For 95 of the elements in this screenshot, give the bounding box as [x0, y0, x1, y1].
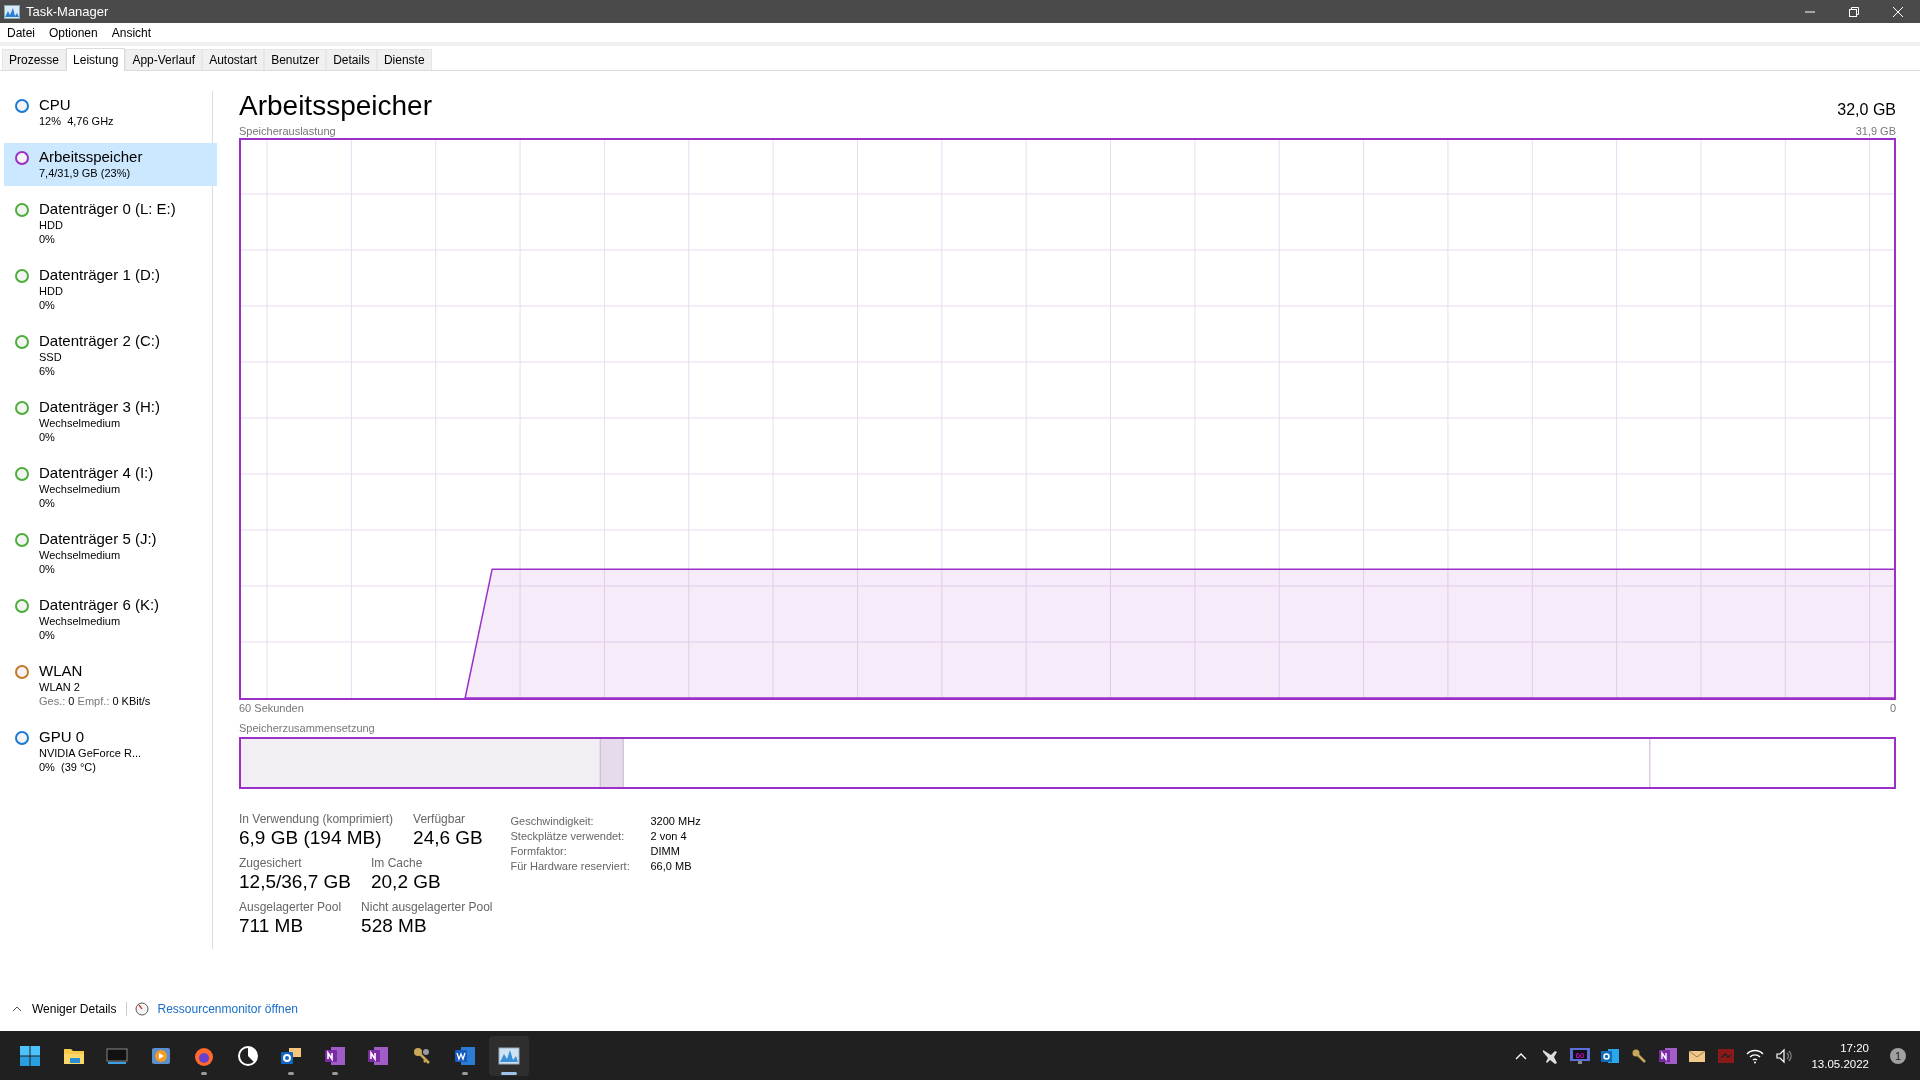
- device-name: Datenträger 3 (H:): [39, 398, 160, 416]
- device-name: Datenträger 5 (J:): [39, 530, 157, 548]
- device-name: GPU 0: [39, 728, 85, 746]
- stat-value: 24,6 GB: [413, 826, 483, 850]
- total-memory: 32,0 GB: [1837, 101, 1896, 119]
- tab[interactable]: Leistung: [66, 48, 126, 71]
- sidebar-item[interactable]: CPU 12% 4,76 GHz: [4, 91, 217, 134]
- graph-max-label: 31,9 GB: [1855, 125, 1896, 137]
- tab[interactable]: Prozesse: [2, 49, 67, 70]
- device-detail: 0%: [39, 232, 56, 246]
- stat-label: Zugesichert: [239, 856, 303, 870]
- sidebar-item[interactable]: Datenträger 5 (J:) Wechselmedium 0%: [4, 525, 217, 582]
- spec-label: Für Hardware reserviert:: [510, 860, 631, 872]
- sidebar-item[interactable]: Datenträger 0 (L: E:) HDD 0%: [4, 195, 217, 252]
- windows-logo-icon: [18, 1043, 42, 1068]
- stat-value: 528 MB: [361, 914, 428, 938]
- page-title: Arbeitsspeicher: [239, 89, 432, 123]
- device-detail: Wechselmedium: [39, 548, 122, 562]
- less-details-button[interactable]: Weniger Details: [12, 1002, 128, 1016]
- stat-value: 12,5/36,7 GB: [239, 870, 351, 894]
- spec-value: 66,0 MB: [650, 860, 693, 872]
- device-detail: NVIDIA GeForce R...: [39, 746, 142, 760]
- taskbar-app-button[interactable]: [488, 1035, 529, 1076]
- stat-label: Nicht ausgelagerter Pool: [361, 900, 493, 914]
- sidebar-item[interactable]: GPU 0 NVIDIA GeForce R... 0% (39 °C): [4, 723, 217, 780]
- tab[interactable]: Benutzer: [264, 49, 327, 70]
- device-name: WLAN: [39, 662, 84, 680]
- spec-label: Geschwindigkeit:: [510, 815, 595, 827]
- menu-item[interactable]: Ansicht: [111, 25, 152, 40]
- stat-label: Verfügbar: [413, 812, 467, 826]
- device-detail: WLAN 2: [39, 680, 81, 694]
- device-detail: HDD: [39, 218, 64, 232]
- time-end-label: 0: [1889, 702, 1896, 714]
- device-detail: 0%: [39, 496, 56, 510]
- window-title: Task-Manager: [26, 4, 110, 19]
- sidebar-item[interactable]: WLAN WLAN 2 Ges.: 0 Empf.: 0 KBit/s: [4, 657, 217, 714]
- device-detail: HDD: [39, 284, 64, 298]
- close-icon: [1893, 6, 1903, 17]
- spec-label: Formfaktor:: [510, 845, 568, 857]
- graph-label: Speicherauslastung: [239, 125, 336, 137]
- sidebar-item[interactable]: Datenträger 4 (I:) Wechselmedium 0%: [4, 459, 217, 516]
- chevron-up-icon: [12, 1006, 22, 1012]
- restore-icon: [1849, 6, 1859, 17]
- device-detail: 0% (39 °C): [39, 760, 97, 774]
- sidebar-item[interactable]: Datenträger 3 (H:) Wechselmedium 0%: [4, 393, 217, 450]
- stat-value: 711 MB: [239, 914, 305, 938]
- device-detail: 0%: [39, 430, 56, 444]
- gauge-icon: [135, 1002, 150, 1016]
- composition-label: Speicherzusammensetzung: [239, 722, 375, 734]
- device-name: Arbeitsspeicher: [39, 148, 143, 166]
- device-name: Datenträger 2 (C:): [39, 332, 160, 350]
- notebook-app-icon[interactable]: [1658, 1045, 1679, 1066]
- sidebar-item[interactable]: Datenträger 1 (D:) HDD 0%: [4, 261, 217, 318]
- fps-counter: 60: [1576, 1050, 1585, 1059]
- device-name: Datenträger 4 (I:): [39, 464, 154, 482]
- device-detail: 0%: [39, 298, 56, 312]
- device-detail: 0%: [39, 628, 56, 642]
- device-name: Datenträger 6 (K:): [39, 596, 160, 614]
- resource-monitor-link[interactable]: Ressourcenmonitor öffnen: [157, 1002, 298, 1016]
- device-detail: 6%: [39, 364, 56, 378]
- pie-chart-icon: [235, 1043, 260, 1068]
- time-span-label: 60 Sekunden: [239, 702, 304, 714]
- stat-label: Ausgelagerter Pool: [239, 900, 342, 914]
- spec-value: 2 von 4: [650, 830, 688, 842]
- spec-value: DIMM: [650, 845, 681, 857]
- device-detail: SSD: [39, 350, 63, 364]
- device-name: CPU: [39, 96, 72, 114]
- menu-item[interactable]: Datei: [7, 25, 35, 40]
- clock-time[interactable]: 17:20: [1840, 1039, 1869, 1056]
- device-detail: Wechselmedium: [39, 614, 122, 628]
- sidebar-item[interactable]: Datenträger 6 (K:) Wechselmedium 0%: [4, 591, 217, 648]
- stat-value: 20,2 GB: [370, 870, 441, 894]
- device-name: Datenträger 1 (D:): [39, 266, 160, 284]
- device-name: Datenträger 0 (L: E:): [39, 200, 176, 218]
- device-detail: 0%: [39, 562, 56, 576]
- tab[interactable]: Details: [326, 49, 377, 70]
- device-detail: Ges.: 0 Empf.: 0 KBit/s: [39, 694, 151, 708]
- app-icon: [4, 4, 20, 19]
- device-detail: Wechselmedium: [39, 416, 122, 430]
- notification-badge[interactable]: 1: [1890, 1047, 1906, 1064]
- spec-label: Steckplätze verwendet:: [510, 830, 626, 842]
- spec-value: 3200 MHz: [650, 815, 701, 827]
- device-detail: 12% 4,76 GHz: [39, 114, 114, 128]
- device-detail: 7,4/31,9 GB (23%): [39, 166, 132, 180]
- tab[interactable]: Autostart: [202, 49, 265, 70]
- menu-item[interactable]: Optionen: [49, 25, 98, 40]
- tab[interactable]: Dienste: [376, 49, 432, 70]
- tab[interactable]: App-Verlauf: [125, 49, 203, 70]
- stat-value: 6,9 GB (194 MB): [239, 826, 383, 850]
- device-detail: Wechselmedium: [39, 482, 122, 496]
- sidebar-item[interactable]: Datenträger 2 (C:) SSD 6%: [4, 327, 217, 384]
- clock-date[interactable]: 13.05.2022: [1811, 1055, 1869, 1072]
- stat-label: In Verwendung (komprimiert): [239, 812, 394, 826]
- stat-label: Im Cache: [370, 856, 424, 870]
- sidebar-item[interactable]: Arbeitsspeicher 7,4/31,9 GB (23%): [4, 143, 217, 186]
